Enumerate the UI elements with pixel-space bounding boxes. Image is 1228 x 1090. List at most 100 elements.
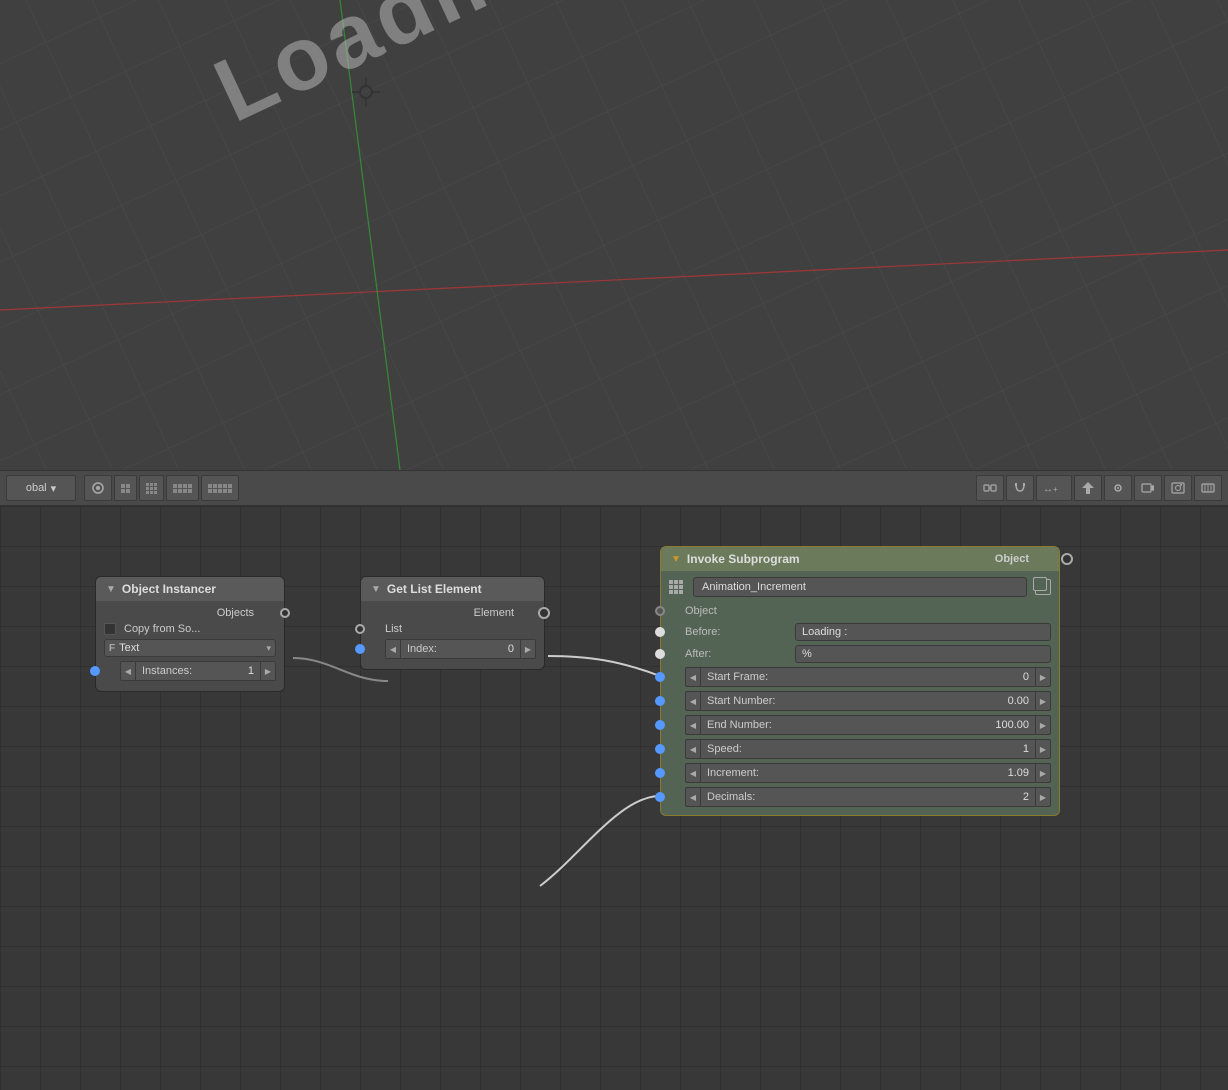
getlist-list-label: List (385, 623, 402, 635)
toolbar-arrow-icon[interactable] (1074, 475, 1102, 501)
node-editor[interactable]: ▼ Object Instancer Objects Copy from So.… (0, 506, 1228, 1090)
decimals-decrease-btn[interactable]: ◀ (685, 787, 701, 807)
invoke-subprogram-control: Animation_Increment (669, 577, 1051, 597)
getlist-list-socket-left[interactable] (355, 624, 365, 634)
instancer-copy-label: Copy from So... (124, 623, 200, 635)
toolbar-groups2[interactable] (201, 475, 239, 501)
svg-text:+: + (1053, 485, 1058, 494)
viewport-grid (0, 0, 1228, 470)
getlist-index-row: ◀ Index: 0 ▶ (369, 639, 536, 659)
invoke-increment-row: ◀ Increment: 1.09 ▶ (669, 763, 1051, 783)
instancer-text-selector[interactable]: F Text ▾ (104, 639, 276, 657)
instances-value: 1 (242, 661, 260, 681)
video-icon (1201, 481, 1215, 495)
node-get-list-element[interactable]: ▼ Get List Element Element List ◀ Index:… (360, 576, 545, 670)
svg-text:↔: ↔ (1043, 484, 1053, 495)
toolbar-magnet-icon[interactable] (1006, 475, 1034, 501)
getlist-index-socket-left[interactable] (355, 644, 365, 654)
instancer-copy-checkbox[interactable] (104, 623, 116, 635)
instancer-instances-socket-left[interactable] (90, 666, 100, 676)
invoke-startframe-socket-left[interactable] (655, 672, 665, 682)
node-object-instancer[interactable]: ▼ Object Instancer Objects Copy from So.… (95, 576, 285, 692)
invoke-before-socket-left[interactable] (655, 627, 665, 637)
index-decrease-btn[interactable]: ◀ (385, 639, 401, 659)
invoke-speed-socket-left[interactable] (655, 744, 665, 754)
invoke-object-socket-right[interactable] (1061, 553, 1073, 565)
toolbar-video-icon[interactable] (1194, 475, 1222, 501)
grid3x3-icon (146, 483, 157, 494)
invoke-after-value[interactable]: % (795, 645, 1051, 663)
startframe-control: ◀ Start Frame: 0 ▶ (685, 667, 1051, 687)
toolbar-snap-icon[interactable] (1104, 475, 1132, 501)
toolbar-icon-3[interactable] (139, 475, 164, 501)
instances-increase-btn[interactable]: ▶ (260, 661, 276, 681)
startnumber-decrease-btn[interactable]: ◀ (685, 691, 701, 711)
link-icon (983, 481, 997, 495)
instancer-collapse-icon[interactable]: ▼ (106, 584, 116, 595)
toolbar-camera-view[interactable] (1134, 475, 1162, 501)
subprogram-copy-icon[interactable] (1035, 579, 1051, 595)
invoke-object-right-label: Object (995, 553, 1029, 565)
camera-view-icon (1141, 481, 1155, 495)
invoke-object-row: Object (669, 605, 1051, 617)
magnet-icon (1013, 481, 1027, 495)
speed-decrease-btn[interactable]: ◀ (685, 739, 701, 759)
subprogram-grid-icon (669, 580, 683, 594)
mode-dropdown-icon: ▾ (51, 482, 57, 495)
toolbar-link-icon[interactable] (976, 475, 1004, 501)
node-getlist-header: ▼ Get List Element (361, 577, 544, 601)
index-increase-btn[interactable]: ▶ (520, 639, 536, 659)
invoke-startnumber-socket-left[interactable] (655, 696, 665, 706)
render-icon (1171, 481, 1185, 495)
toolbar-transform-icon[interactable]: ↔ + (1036, 475, 1072, 501)
getlist-element-socket-right[interactable] (538, 607, 550, 619)
startnumber-value: 0.00 (1002, 691, 1035, 711)
toolbar-groups1[interactable] (166, 475, 199, 501)
grid2x2-icon (121, 484, 130, 493)
increment-decrease-btn[interactable]: ◀ (685, 763, 701, 783)
subprogram-name-btn[interactable]: Animation_Increment (693, 577, 1027, 597)
startframe-decrease-btn[interactable]: ◀ (685, 667, 701, 687)
endnumber-decrease-btn[interactable]: ◀ (685, 715, 701, 735)
instances-decrease-btn[interactable]: ◀ (120, 661, 136, 681)
mode-selector[interactable]: obal ▾ (6, 475, 76, 501)
viewport-3d[interactable]: Loading : 0.00% (0, 0, 1228, 470)
instancer-copy-row: Copy from So... (104, 623, 276, 635)
node-invoke-subprogram[interactable]: ▼ Invoke Subprogram Object Animation_Inc… (660, 546, 1060, 816)
grid5x2-icon (208, 484, 232, 493)
startnumber-increase-btn[interactable]: ▶ (1035, 691, 1051, 711)
speed-value: 1 (1017, 739, 1035, 759)
toolbar-render-icon[interactable] (1164, 475, 1192, 501)
toolbar: obal ▾ (0, 470, 1228, 506)
mode-label: obal (26, 482, 47, 494)
toolbar-icon-2[interactable] (114, 475, 137, 501)
instancer-objects-row: Objects (104, 607, 276, 619)
snap-icon (1111, 481, 1125, 495)
instancer-instances-row: ◀ Instances: 1 ▶ (104, 661, 276, 681)
invoke-collapse-icon[interactable]: ▼ (671, 554, 681, 565)
speed-label: Speed: (701, 739, 1017, 759)
invoke-object-label: Object (685, 605, 795, 617)
getlist-collapse-icon[interactable]: ▼ (371, 584, 381, 595)
invoke-decimals-socket-left[interactable] (655, 792, 665, 802)
invoke-endnumber-socket-left[interactable] (655, 720, 665, 730)
increment-value: 1.09 (1002, 763, 1035, 783)
speed-increase-btn[interactable]: ▶ (1035, 739, 1051, 759)
decimals-increase-btn[interactable]: ▶ (1035, 787, 1051, 807)
instancer-text-row: F Text ▾ (104, 639, 276, 657)
invoke-after-socket-left[interactable] (655, 649, 665, 659)
decimals-value: 2 (1017, 787, 1035, 807)
instancer-objects-socket-right[interactable] (280, 608, 290, 618)
endnumber-control: ◀ End Number: 100.00 ▶ (685, 715, 1051, 735)
increment-increase-btn[interactable]: ▶ (1035, 763, 1051, 783)
invoke-increment-socket-left[interactable] (655, 768, 665, 778)
endnumber-increase-btn[interactable]: ▶ (1035, 715, 1051, 735)
toolbar-icon-1[interactable] (84, 475, 112, 501)
startframe-increase-btn[interactable]: ▶ (1035, 667, 1051, 687)
getlist-index-control: ◀ Index: 0 ▶ (385, 639, 536, 659)
invoke-before-value[interactable]: Loading : (795, 623, 1051, 641)
increment-control: ◀ Increment: 1.09 ▶ (685, 763, 1051, 783)
invoke-subprogram-selector-row: Animation_Increment (669, 577, 1051, 597)
invoke-object-socket-left[interactable] (655, 606, 665, 616)
node-instancer-body: Objects Copy from So... F Text ▾ ◀ (96, 601, 284, 691)
